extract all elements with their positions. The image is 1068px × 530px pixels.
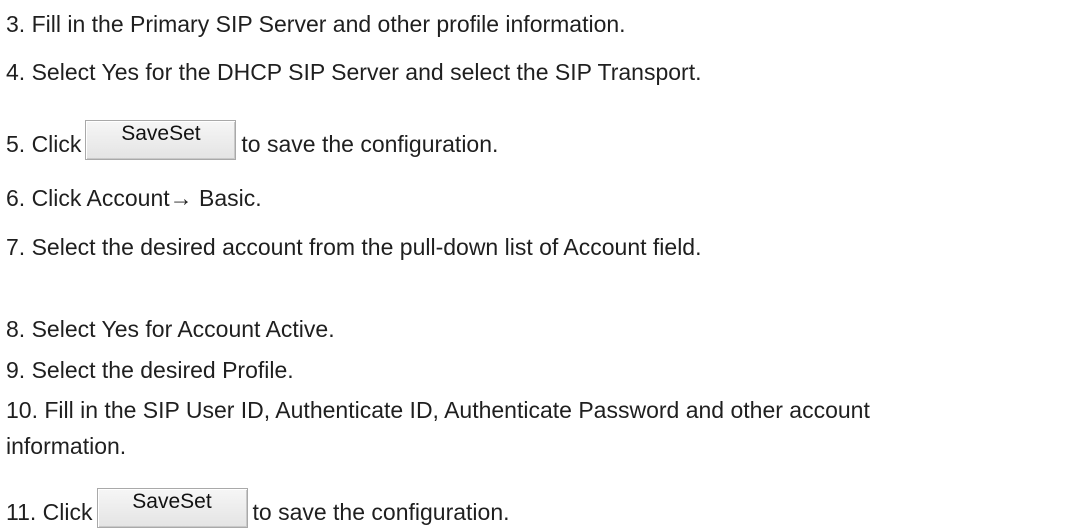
saveset-button[interactable]: SaveSet: [96, 488, 248, 528]
step-11-prefix: 11. Click: [6, 499, 93, 525]
step-9-text: 9. Select the desired Profile.: [6, 357, 294, 383]
step-3-text: 3. Fill in the Primary SIP Server and ot…: [6, 11, 626, 37]
step-6-text: 6. Click Account→ Basic.: [6, 185, 262, 211]
step-8-text: 8. Select Yes for Account Active.: [6, 316, 335, 342]
step-7-text: 7. Select the desired account from the p…: [6, 234, 702, 260]
step-10-text-line-1: 10. Fill in the SIP User ID, Authenticat…: [6, 397, 870, 423]
step-10-text-line-2: information.: [6, 433, 127, 459]
step-5-prefix: 5. Click: [6, 131, 82, 157]
step-4-text: 4. Select Yes for the DHCP SIP Server an…: [6, 59, 702, 85]
saveset-button[interactable]: SaveSet: [85, 120, 237, 160]
step-5-line: 5. Click SaveSet to save the configurati…: [6, 118, 499, 160]
step-11-suffix: to save the configuration.: [252, 499, 510, 525]
step-11-line: 11. Click SaveSet to save the configurat…: [6, 486, 510, 528]
instruction-document: 3. Fill in the Primary SIP Server and ot…: [0, 0, 1068, 530]
step-5-suffix: to save the configuration.: [241, 131, 499, 157]
